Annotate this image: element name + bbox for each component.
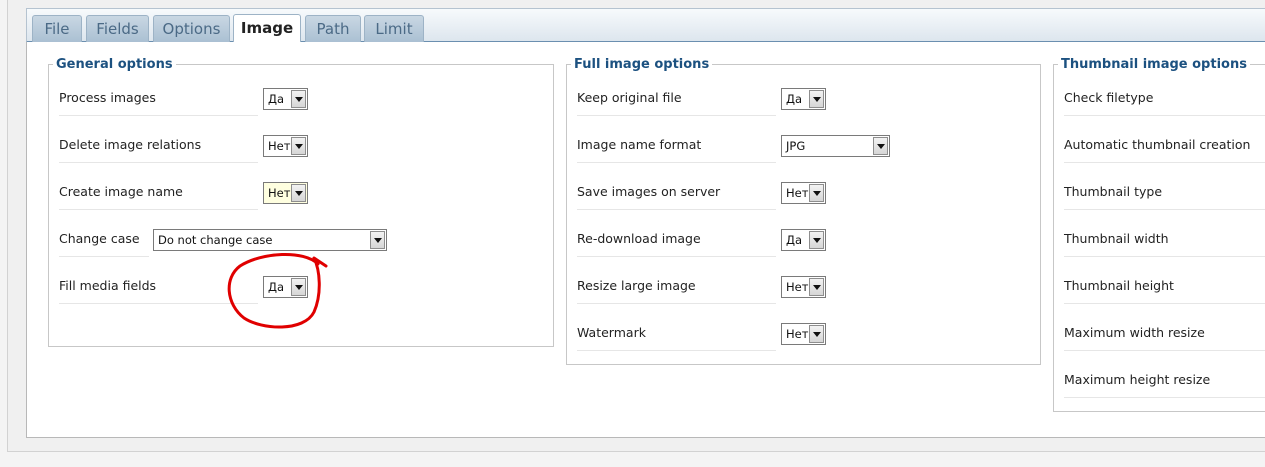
resize-large-image-value: Нет [786, 280, 809, 294]
image-name-format-select[interactable]: JPG [781, 135, 890, 157]
chevron-down-icon [370, 231, 385, 249]
chevron-down-icon [873, 137, 888, 155]
chevron-down-icon [809, 278, 824, 296]
save-images-on-server-select[interactable]: Нет [781, 182, 826, 204]
create-image-name-select[interactable]: Нет [263, 182, 308, 204]
change-case-label: Change case [59, 231, 149, 257]
create-image-name-label: Create image name [59, 184, 258, 210]
thumbnail-height-label: Thumbnail height [1064, 278, 1265, 304]
keep-original-file-value: Да [786, 92, 803, 106]
re-download-image-select[interactable]: Да [781, 229, 826, 251]
save-images-on-server-label: Save images on server [577, 184, 776, 210]
keep-original-file-label: Keep original file [577, 90, 776, 116]
tab-fields[interactable]: Fields [86, 15, 149, 43]
resize-large-image-select[interactable]: Нет [781, 276, 826, 298]
maximum-height-resize-label: Maximum height resize [1064, 372, 1265, 398]
re-download-image-value: Да [786, 233, 803, 247]
tab-file[interactable]: File [32, 15, 82, 43]
resize-large-image-label: Resize large image [577, 278, 776, 304]
change-case-value: Do not change case [158, 233, 273, 247]
tab-image[interactable]: Image [233, 14, 301, 45]
watermark-label: Watermark [577, 325, 776, 351]
watermark-value: Нет [786, 327, 809, 341]
check-filetype-label: Check filetype [1064, 90, 1265, 116]
chevron-down-icon [809, 90, 824, 108]
chevron-down-icon [809, 184, 824, 202]
thumbnail-image-options-legend: Thumbnail image options [1058, 57, 1250, 72]
delete-image-relations-value: Нет [268, 139, 291, 153]
red-annotation-circle [227, 253, 328, 329]
thumbnail-width-label: Thumbnail width [1064, 231, 1265, 257]
delete-image-relations-select[interactable]: Нет [263, 135, 308, 157]
automatic-thumbnail-creation-label: Automatic thumbnail creation [1064, 137, 1265, 163]
chevron-down-icon [809, 231, 824, 249]
general-options-legend: General options [53, 57, 176, 72]
tab-limit[interactable]: Limit [364, 15, 424, 43]
process-images-select[interactable]: Да [263, 88, 308, 110]
re-download-image-label: Re-download image [577, 231, 776, 257]
create-image-name-value: Нет [268, 186, 291, 200]
process-images-label: Process images [59, 90, 258, 116]
chevron-down-icon [291, 90, 306, 108]
process-images-value: Да [268, 92, 285, 106]
thumbnail-type-label: Thumbnail type [1064, 184, 1265, 210]
maximum-width-resize-label: Maximum width resize [1064, 325, 1265, 351]
full-image-options-legend: Full image options [571, 57, 713, 72]
change-case-select[interactable]: Do not change case [153, 229, 387, 251]
chevron-down-icon [809, 325, 824, 343]
chevron-down-icon [291, 137, 306, 155]
tab-path[interactable]: Path [305, 15, 361, 43]
delete-image-relations-label: Delete image relations [59, 137, 258, 163]
save-images-on-server-value: Нет [786, 186, 809, 200]
chevron-down-icon [291, 184, 306, 202]
watermark-select[interactable]: Нет [781, 323, 826, 345]
tab-options[interactable]: Options [153, 15, 230, 43]
image-name-format-value: JPG [786, 139, 806, 153]
image-name-format-label: Image name format [577, 137, 776, 163]
keep-original-file-select[interactable]: Да [781, 88, 826, 110]
